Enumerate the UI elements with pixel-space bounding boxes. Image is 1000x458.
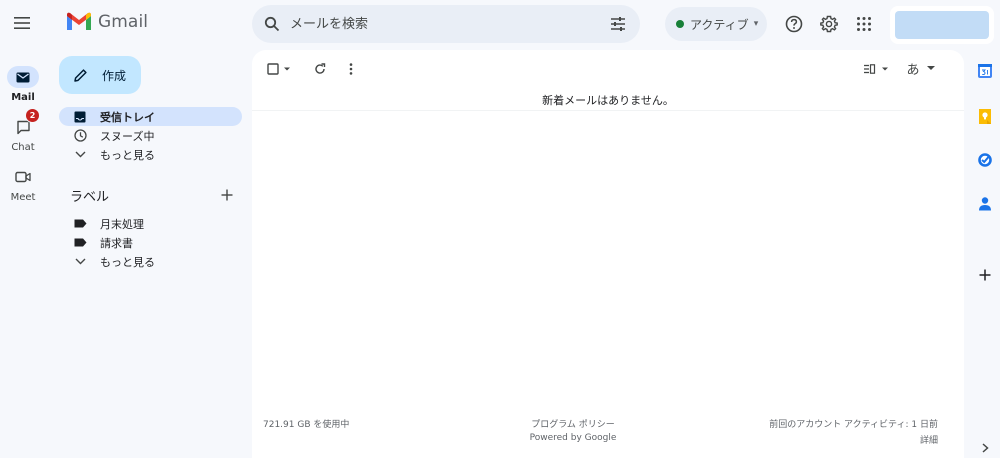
labels-heading: ラベル bbox=[70, 189, 110, 205]
list-divider bbox=[252, 110, 964, 111]
contacts-app-button[interactable] bbox=[973, 192, 997, 216]
more-vert-icon bbox=[349, 63, 353, 75]
apps-button[interactable] bbox=[851, 11, 877, 37]
app-name: Gmail bbox=[98, 12, 149, 32]
chevron-right-icon bbox=[982, 443, 989, 453]
status-label: アクティブ bbox=[690, 17, 749, 32]
nav-inbox-label: 受信トレイ bbox=[100, 110, 155, 124]
compose-button[interactable]: 作成 bbox=[59, 56, 141, 94]
clock-icon bbox=[73, 129, 87, 143]
rail-mail-label: Mail bbox=[11, 92, 35, 103]
calendar-app-button[interactable] bbox=[973, 59, 997, 83]
account-avatar bbox=[895, 11, 989, 39]
settings-button[interactable] bbox=[816, 11, 842, 37]
tasks-icon bbox=[978, 153, 992, 167]
plus-icon bbox=[221, 189, 233, 201]
label-item[interactable]: 請求書 bbox=[59, 233, 242, 252]
gear-icon bbox=[820, 15, 838, 33]
rail-chat-label: Chat bbox=[11, 142, 35, 153]
mail-list-panel: あ 新着メールはありません。 721.91 GB を使用中 プログラム ポリシー… bbox=[252, 50, 964, 458]
nav-more[interactable]: もっと見る bbox=[59, 145, 242, 164]
last-activity: 前回のアカウント アクティビティ: 1 日前 bbox=[769, 420, 938, 430]
inbox-icon bbox=[73, 110, 87, 124]
help-icon bbox=[785, 15, 803, 33]
input-tools-button[interactable]: あ bbox=[906, 58, 936, 78]
pencil-icon bbox=[72, 67, 88, 83]
help-button[interactable] bbox=[781, 11, 807, 37]
chevron-down-icon bbox=[73, 255, 87, 269]
select-all-checkbox[interactable] bbox=[264, 59, 296, 79]
input-tools-label: あ bbox=[906, 62, 920, 78]
hamburger-icon bbox=[14, 17, 30, 29]
label-item[interactable]: 月末処理 bbox=[59, 214, 242, 233]
search-bar[interactable] bbox=[252, 5, 640, 43]
nav-snoozed-label: スヌーズ中 bbox=[100, 129, 155, 143]
rail-mail[interactable]: Mail bbox=[0, 66, 46, 103]
status-dropdown[interactable]: アクティブ ▾ bbox=[665, 7, 767, 41]
label-tag-icon bbox=[73, 236, 87, 250]
chevron-down-icon bbox=[73, 148, 87, 162]
labels-more-label: もっと見る bbox=[100, 255, 155, 269]
mail-icon bbox=[7, 66, 39, 88]
nav-inbox[interactable]: 受信トレイ bbox=[59, 107, 242, 126]
chat-badge: 2 bbox=[25, 108, 40, 123]
nav-more-label: もっと見る bbox=[100, 148, 155, 162]
main-menu-button[interactable] bbox=[8, 9, 36, 37]
add-label-button[interactable] bbox=[218, 186, 236, 204]
video-camera-icon bbox=[7, 166, 39, 188]
get-addons-button[interactable] bbox=[973, 263, 997, 287]
rail-chat[interactable]: 2 Chat bbox=[0, 108, 46, 153]
refresh-icon bbox=[315, 63, 326, 74]
status-dot bbox=[676, 20, 684, 28]
label-item-text: 請求書 bbox=[100, 236, 133, 250]
show-side-panel-button[interactable] bbox=[976, 440, 994, 456]
storage-usage[interactable]: 721.91 GB を使用中 bbox=[263, 417, 349, 430]
tasks-app-button[interactable] bbox=[973, 148, 997, 172]
rail-meet[interactable]: Meet bbox=[0, 166, 46, 203]
label-tag-icon bbox=[73, 217, 87, 231]
plus-icon bbox=[979, 269, 991, 281]
empty-inbox-message: 新着メールはありません。 bbox=[542, 94, 674, 107]
calendar-icon bbox=[978, 64, 992, 78]
search-options-icon[interactable] bbox=[608, 14, 628, 34]
chevron-down-icon: ▾ bbox=[753, 19, 759, 29]
refresh-button[interactable] bbox=[312, 59, 328, 79]
gmail-m-icon bbox=[67, 12, 91, 30]
labels-more[interactable]: もっと見る bbox=[59, 252, 242, 271]
keep-app-button[interactable] bbox=[973, 104, 997, 128]
details-link[interactable]: 詳細 bbox=[792, 433, 938, 446]
labels-section-header: ラベル bbox=[70, 185, 242, 205]
more-options-button[interactable] bbox=[344, 59, 358, 79]
gmail-logo[interactable]: Gmail bbox=[66, 12, 148, 32]
apps-grid-icon bbox=[857, 17, 871, 31]
powered-by-google: Powered by Google bbox=[529, 433, 617, 443]
account-button[interactable] bbox=[890, 6, 994, 44]
nav-snoozed[interactable]: スヌーズ中 bbox=[59, 126, 242, 145]
rail-meet-label: Meet bbox=[10, 192, 36, 203]
split-pane-icon bbox=[864, 64, 888, 74]
chat-icon: 2 bbox=[7, 108, 40, 138]
split-pane-toggle[interactable] bbox=[862, 59, 892, 79]
search-icon[interactable] bbox=[262, 14, 282, 34]
label-item-text: 月末処理 bbox=[100, 217, 144, 231]
compose-label: 作成 bbox=[102, 68, 127, 83]
keep-icon bbox=[979, 108, 991, 124]
checkbox-icon bbox=[267, 63, 290, 75]
program-policy-link[interactable]: プログラム ポリシー bbox=[508, 417, 638, 430]
contacts-icon bbox=[979, 197, 991, 211]
caret-down-icon bbox=[926, 66, 935, 70]
search-input[interactable] bbox=[288, 15, 608, 33]
